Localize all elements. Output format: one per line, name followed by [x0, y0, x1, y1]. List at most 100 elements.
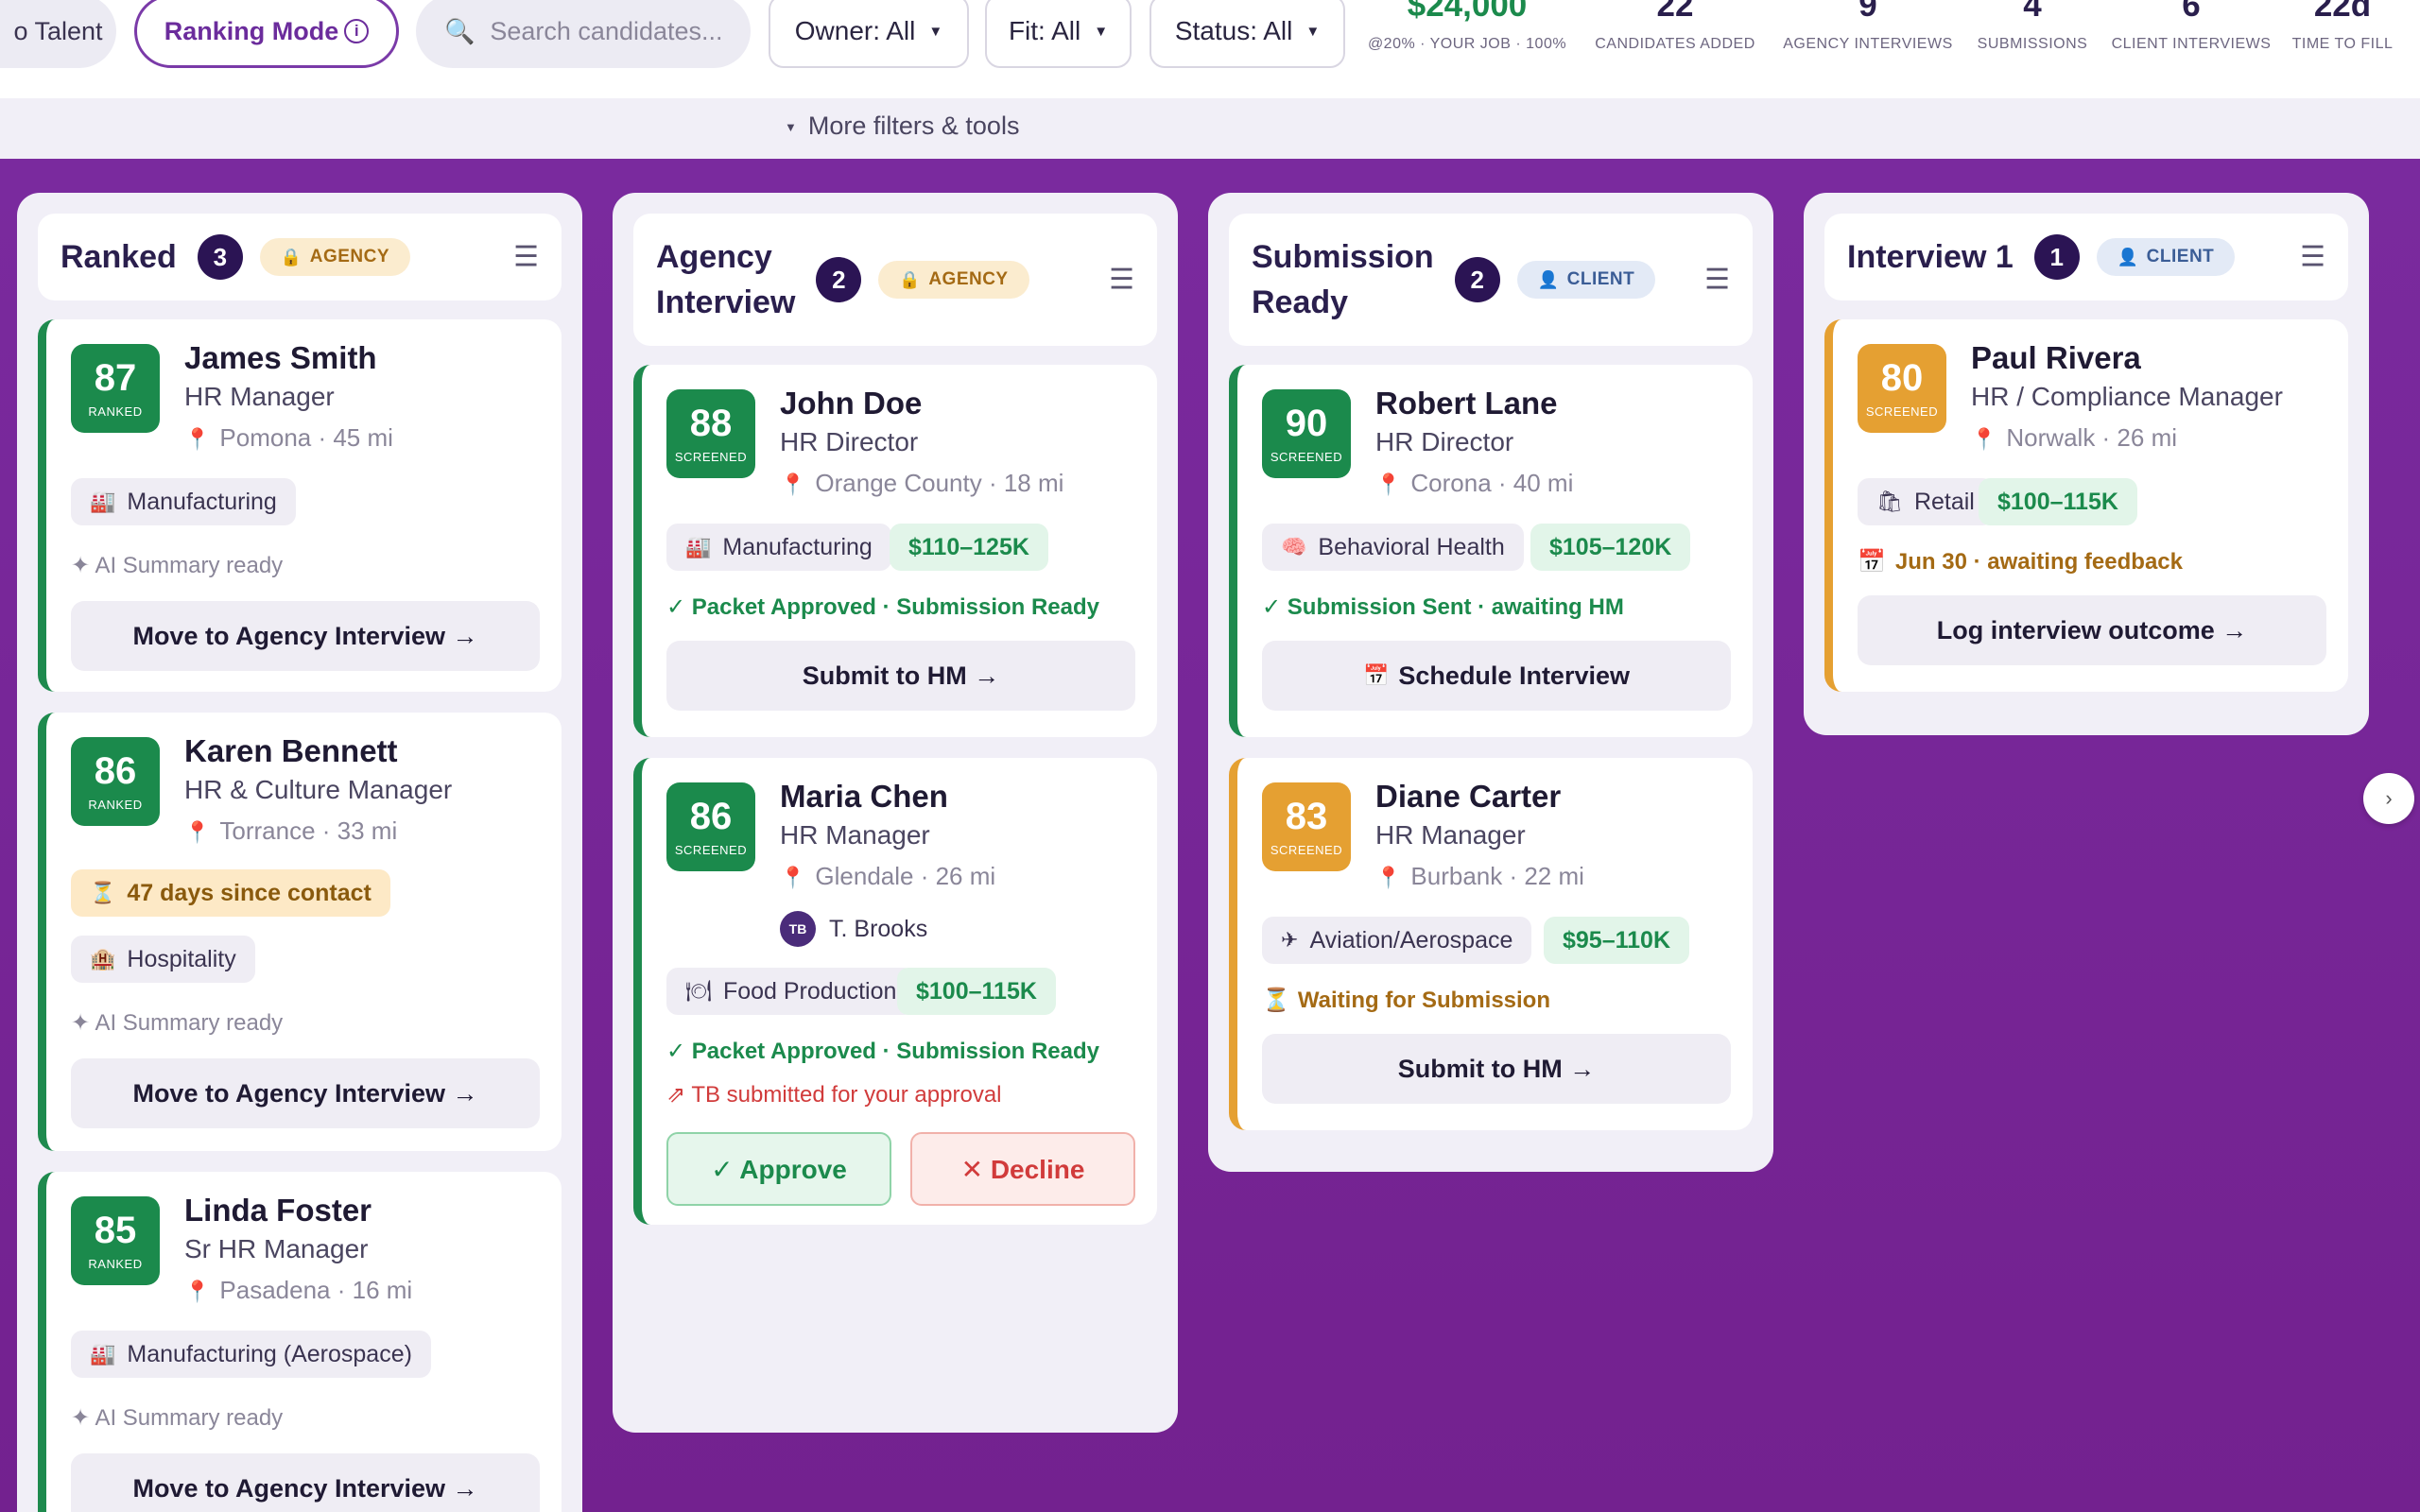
column-ranked: Ranked 3 🔒 AGENCY ☰ 87 RANKED James Smith …	[17, 193, 582, 1512]
salary-chip: $95–110K	[1544, 917, 1690, 964]
hourglass-icon: ⏳	[90, 881, 116, 904]
status-label: Jun 30 · awaiting feedback	[1894, 549, 2183, 575]
owner-filter[interactable]: Owner: All ▼	[769, 0, 969, 68]
move-to-agency-interview-button[interactable]: Move to Agency Interview →	[71, 601, 540, 671]
ai-summary-status: ✦ AI Summary ready	[71, 553, 284, 578]
column-header: Ranked 3 🔒 AGENCY ☰	[38, 214, 562, 301]
candidate-name[interactable]: Maria Chen	[780, 779, 948, 815]
candidate-name[interactable]: Robert Lane	[1375, 386, 1558, 421]
column-menu-icon[interactable]: ☰	[1109, 264, 1134, 297]
packet-status: ✓ Packet Approved · Submission Ready	[666, 594, 1100, 620]
industry-chip: 🛍 Retail	[1858, 478, 1994, 525]
candidate-card[interactable]: 88 SCREENED John Doe HR Director 📍 Orange …	[633, 365, 1157, 737]
score-value: 86	[689, 796, 733, 837]
industry-label: Hospitality	[127, 945, 236, 972]
ranking-mode-toggle[interactable]: Ranking Mode i	[134, 0, 399, 68]
fit-filter[interactable]: Fit: All ▼	[985, 0, 1132, 68]
stat-candidates-added: 22 CANDIDATES ADDED	[1588, 0, 1762, 53]
owner-filter-label: Owner: All	[794, 16, 916, 45]
search-icon: 🔍	[444, 16, 475, 45]
search-input[interactable]: 🔍 Search candidates...	[416, 0, 751, 68]
search-placeholder: Search candidates...	[490, 16, 723, 45]
candidate-location: 📍 Pomona · 45 mi	[184, 423, 393, 453]
pin-icon: 📍	[184, 427, 211, 451]
score-badge: 86 RANKED	[71, 737, 160, 826]
move-to-agency-interview-button[interactable]: Move to Agency Interview →	[71, 1453, 540, 1512]
contact-warning-chip: ⏳ 47 days since contact	[71, 869, 390, 917]
pin-icon: 📍	[780, 866, 806, 889]
scroll-right-arrow-icon[interactable]: ›	[2363, 773, 2414, 824]
industry-label: Manufacturing	[127, 488, 277, 515]
candidate-location: 📍 Corona · 40 mi	[1375, 469, 1573, 498]
approve-button[interactable]: ✓ Approve	[666, 1132, 891, 1206]
column-title: Agency Interview	[656, 234, 795, 325]
industry-label: Food Production	[722, 977, 897, 1005]
talent-tab[interactable]: o Talent	[0, 0, 116, 68]
candidate-name[interactable]: Karen Bennett	[184, 733, 398, 769]
column-menu-icon[interactable]: ☰	[513, 241, 539, 274]
agency-tag: 🔒 AGENCY	[878, 261, 1029, 299]
column-agency-interview: Agency Interview 2 🔒 AGENCY ☰ 88 SCREENED J…	[613, 193, 1178, 1433]
candidate-card[interactable]: 85 RANKED Linda Foster Sr HR Manager 📍 Pas…	[38, 1172, 562, 1512]
stat-time-to-fill: 22d TIME TO FILL	[2288, 0, 2397, 53]
stat-fee: $24,000 @20% · YOUR JOB · 100%	[1367, 0, 1567, 53]
candidate-card[interactable]: 83 SCREENED Diane Carter HR Manager 📍 Burb…	[1229, 758, 1753, 1130]
column-count: 2	[816, 257, 862, 302]
log-interview-outcome-button[interactable]: Log interview outcome →	[1858, 595, 2326, 665]
location-text: Glendale · 26 mi	[815, 862, 996, 890]
candidate-location: 📍 Norwalk · 26 mi	[1971, 423, 2177, 453]
caret-down-icon: ▼	[1094, 23, 1109, 40]
client-tag: 👤 CLIENT	[1516, 261, 1656, 299]
stat-label: SUBMISSIONS	[1977, 36, 2088, 52]
candidate-card[interactable]: 80 SCREENED Paul Rivera HR / Compliance M…	[1824, 319, 2348, 692]
ai-summary-status: ✦ AI Summary ready	[71, 1405, 284, 1431]
submission-status: ⏳ Waiting for Submission	[1262, 987, 1550, 1014]
candidate-card[interactable]: 86 RANKED Karen Bennett HR & Culture Mana…	[38, 713, 562, 1151]
ranking-mode-label: Ranking Mode	[164, 16, 339, 45]
industry-label: Retail	[1913, 488, 1975, 515]
schedule-interview-button[interactable]: 📅 Schedule Interview	[1262, 641, 1731, 711]
pin-icon: 📍	[184, 1280, 211, 1303]
client-tag: 👤 CLIENT	[2096, 238, 2236, 276]
column-menu-icon[interactable]: ☰	[2300, 241, 2325, 274]
candidate-card[interactable]: 87 RANKED James Smith HR Manager 📍 Pomona …	[38, 319, 562, 692]
score-value: 80	[1880, 357, 1924, 399]
packet-status: ✓ Packet Approved · Submission Ready	[666, 1039, 1100, 1064]
plate-icon: 🍽	[685, 979, 712, 1003]
candidate-name[interactable]: James Smith	[184, 340, 377, 376]
candidate-name[interactable]: John Doe	[780, 386, 922, 421]
decline-button[interactable]: ✕ Decline	[910, 1132, 1135, 1206]
score-status: RANKED	[88, 404, 143, 419]
factory-icon: 🏭	[90, 490, 116, 513]
candidate-name[interactable]: Paul Rivera	[1971, 340, 2141, 376]
status-filter[interactable]: Status: All ▼	[1150, 0, 1345, 68]
calendar-icon: 📅	[1363, 663, 1390, 687]
info-icon[interactable]: i	[344, 19, 370, 43]
stat-label: @20% · YOUR JOB · 100%	[1367, 36, 1567, 52]
candidate-card[interactable]: 90 SCREENED Robert Lane HR Director 📍 Coro…	[1229, 365, 1753, 737]
score-status: RANKED	[88, 1257, 143, 1271]
score-value: 83	[1285, 796, 1328, 837]
submit-to-hm-button[interactable]: Submit to HM →	[666, 641, 1135, 711]
tag-label: CLIENT	[1566, 269, 1635, 289]
person-icon: 👤	[1537, 269, 1560, 289]
candidate-card[interactable]: 86 SCREENED Maria Chen HR Manager 📍 Glenda…	[633, 758, 1157, 1225]
submit-to-hm-button[interactable]: Submit to HM →	[1262, 1034, 1731, 1104]
column-title-line: Submission	[1252, 239, 1434, 275]
column-menu-icon[interactable]: ☰	[1704, 264, 1730, 297]
candidate-location: 📍 Burbank · 22 mi	[1375, 862, 1584, 891]
score-value: 87	[94, 357, 137, 399]
score-value: 86	[94, 750, 137, 792]
candidate-role: HR & Culture Manager	[184, 775, 453, 804]
score-value: 90	[1285, 403, 1328, 444]
candidate-role: HR Manager	[1375, 820, 1526, 850]
agency-tag: 🔒 AGENCY	[259, 238, 411, 276]
score-status: SCREENED	[1270, 843, 1343, 857]
move-to-agency-interview-button[interactable]: Move to Agency Interview →	[71, 1058, 540, 1128]
column-header: Interview 1 1 👤 CLIENT ☰	[1824, 214, 2348, 301]
candidate-name[interactable]: Linda Foster	[184, 1193, 372, 1228]
column-title-line: Agency	[656, 239, 772, 275]
candidate-name[interactable]: Diane Carter	[1375, 779, 1561, 815]
more-filters-toggle[interactable]: ▼ More filters & tools	[785, 112, 1019, 141]
lock-icon: 🔒	[280, 247, 302, 266]
